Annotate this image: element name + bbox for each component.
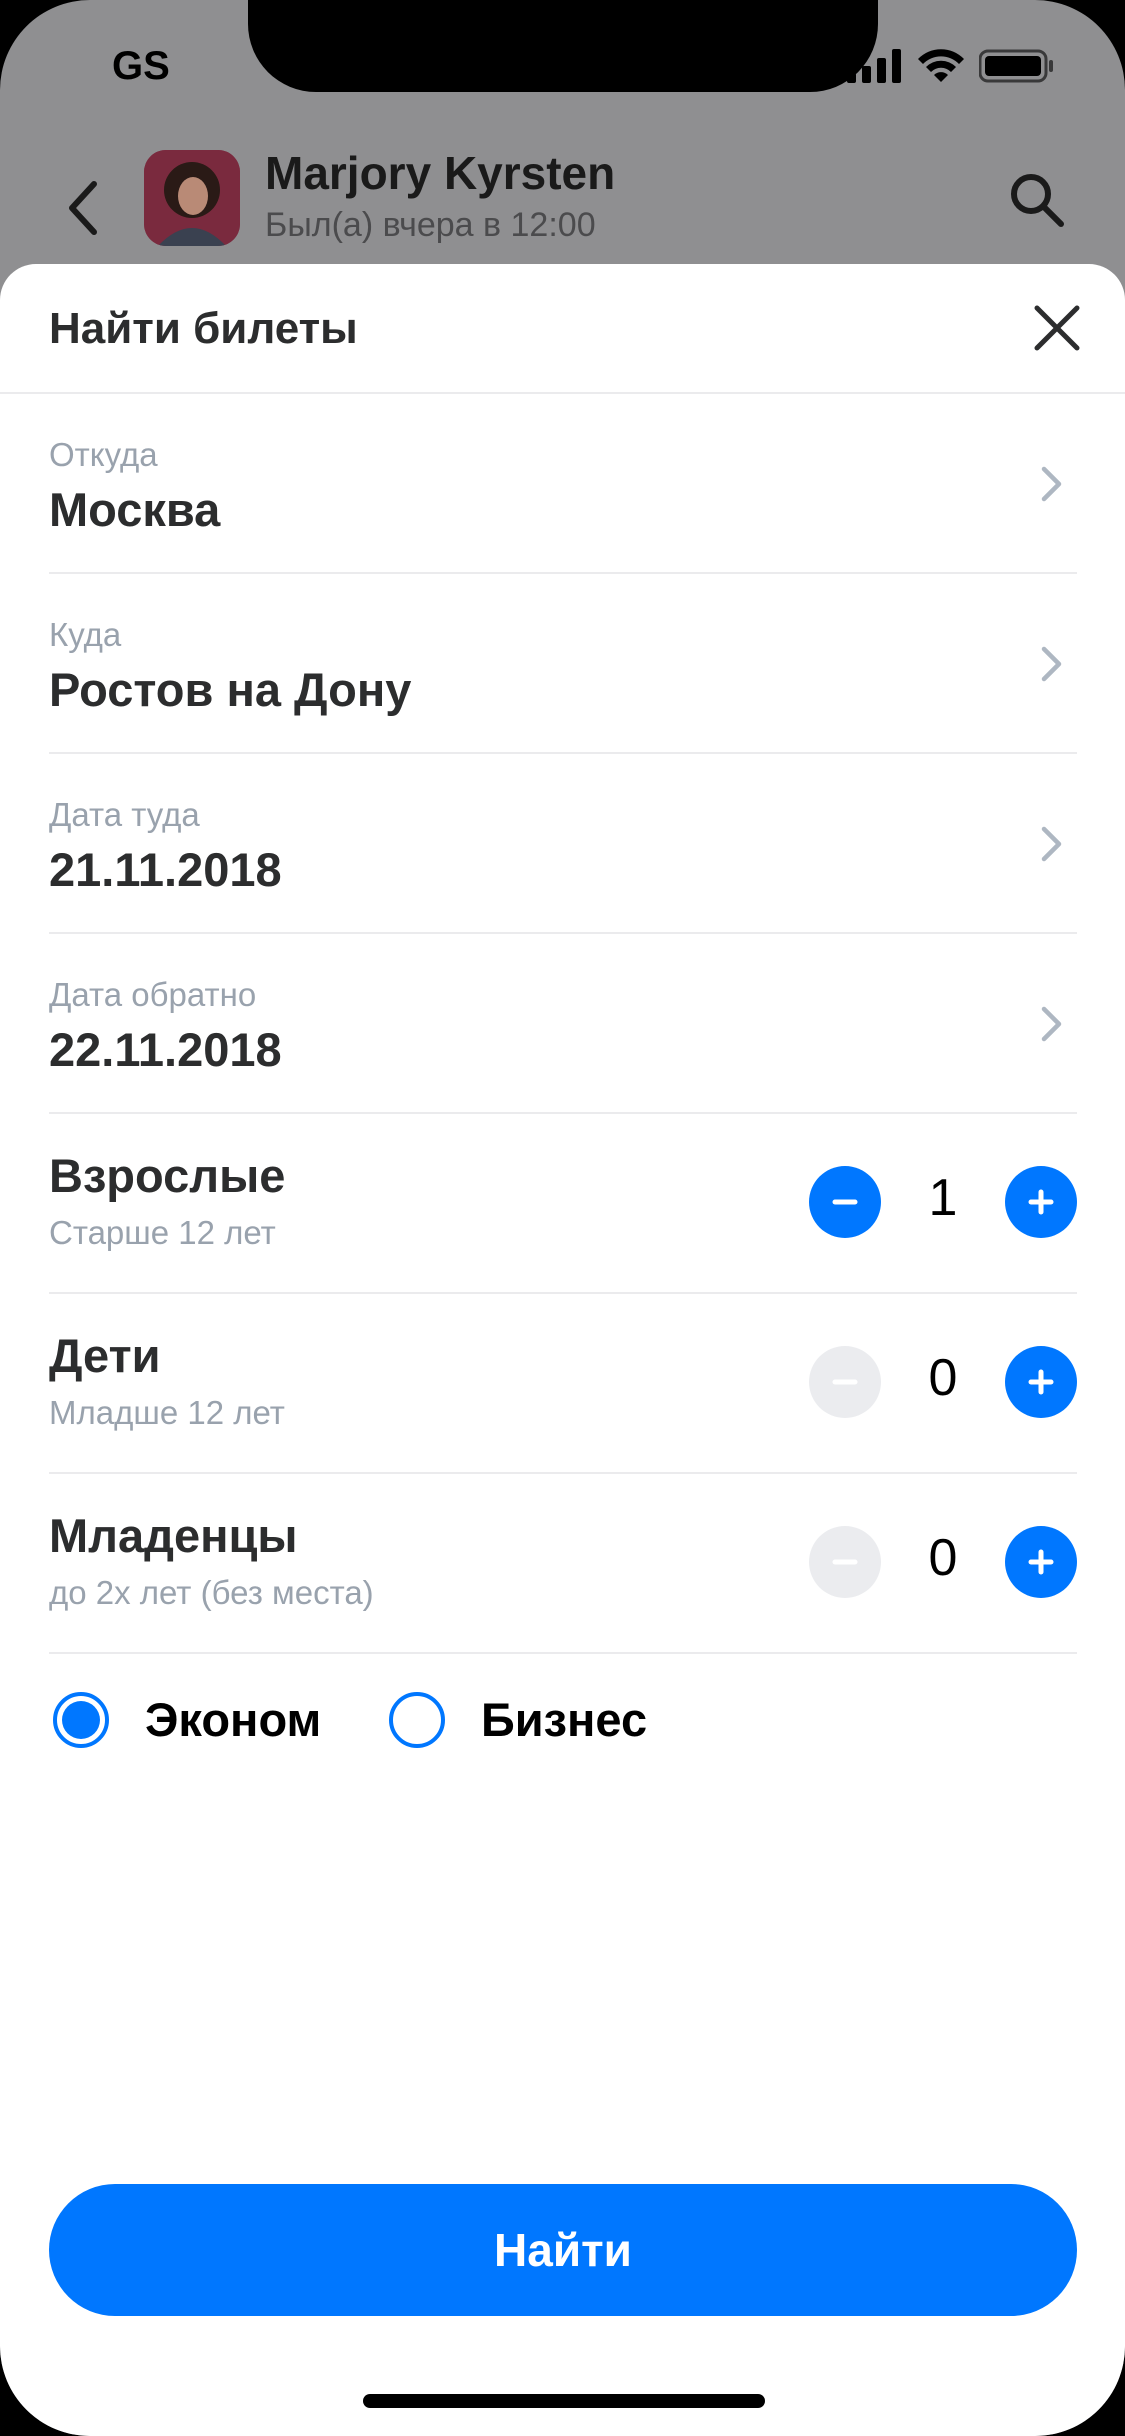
counter-title: Взрослые — [49, 1149, 286, 1202]
sheet-title: Найти билеты — [49, 304, 358, 353]
wifi-icon — [918, 49, 964, 82]
status-icons — [847, 48, 1055, 84]
chevron-right-icon — [1041, 826, 1062, 862]
children-decrement-button[interactable] — [809, 1346, 881, 1418]
infants-count: 0 — [928, 1529, 958, 1587]
phone-screen: GS Marjory Kyrsten Был(а) вчера в 12:00 … — [0, 0, 1125, 2436]
adults-increment-button[interactable] — [1005, 1166, 1077, 1238]
field-value: 22.11.2018 — [49, 1023, 282, 1076]
avatar-image — [144, 150, 240, 246]
travel-class-selector: Эконом Бизнес — [49, 1682, 949, 1762]
minus-icon — [832, 1199, 858, 1205]
counter-title: Младенцы — [49, 1509, 298, 1562]
find-tickets-sheet: Найти билеты Откуда Москва Куда Ростов н… — [0, 264, 1125, 2436]
notch — [248, 0, 878, 92]
radio-selected-dot — [62, 1701, 100, 1739]
economy-radio[interactable] — [53, 1692, 109, 1748]
children-count: 0 — [928, 1349, 958, 1407]
home-indicator — [363, 2394, 765, 2408]
adults-stepper: 1 — [809, 1166, 1077, 1238]
field-label: Дата туда — [49, 796, 200, 833]
children-stepper: 0 — [809, 1346, 1077, 1418]
plus-icon — [1028, 1549, 1054, 1575]
infants-counter-row: Младенцы до 2х лет (без места) 0 — [49, 1474, 1077, 1654]
return-date-field[interactable]: Дата обратно 22.11.2018 — [49, 934, 1077, 1114]
field-label: Откуда — [49, 436, 158, 473]
counter-subtitle: Младше 12 лет — [49, 1394, 285, 1431]
chevron-right-icon — [1041, 466, 1062, 502]
chevron-right-icon — [1041, 646, 1062, 682]
field-label: Дата обратно — [49, 976, 257, 1013]
business-radio[interactable] — [389, 1692, 445, 1748]
battery-icon — [979, 49, 1053, 83]
chevron-right-icon — [1041, 1006, 1062, 1042]
minus-icon — [832, 1559, 858, 1565]
minus-icon — [832, 1379, 858, 1385]
business-label[interactable]: Бизнес — [481, 1692, 647, 1748]
sheet-header: Найти билеты — [0, 264, 1125, 394]
economy-label[interactable]: Эконом — [145, 1692, 321, 1748]
field-value: 21.11.2018 — [49, 843, 282, 896]
plus-icon — [1028, 1369, 1054, 1395]
adults-decrement-button[interactable] — [809, 1166, 881, 1238]
signal-icon — [847, 49, 901, 83]
infants-stepper: 0 — [809, 1526, 1077, 1598]
chat-last-seen: Был(а) вчера в 12:00 — [265, 206, 596, 244]
plus-icon — [1028, 1189, 1054, 1215]
search-icon[interactable] — [1007, 170, 1067, 230]
chat-header: Marjory Kyrsten Был(а) вчера в 12:00 — [0, 140, 1125, 270]
field-value: Москва — [49, 483, 221, 536]
counter-title: Дети — [49, 1329, 161, 1382]
field-value: Ростов на Дону — [49, 663, 412, 716]
children-counter-row: Дети Младше 12 лет 0 — [49, 1294, 1077, 1474]
counter-subtitle: Старше 12 лет — [49, 1214, 276, 1251]
infants-decrement-button[interactable] — [809, 1526, 881, 1598]
avatar[interactable] — [144, 150, 240, 246]
infants-increment-button[interactable] — [1005, 1526, 1077, 1598]
back-arrow-icon[interactable] — [62, 178, 106, 238]
children-increment-button[interactable] — [1005, 1346, 1077, 1418]
from-field[interactable]: Откуда Москва — [49, 394, 1077, 574]
field-label: Куда — [49, 616, 122, 653]
close-icon[interactable] — [1029, 300, 1085, 356]
departure-date-field[interactable]: Дата туда 21.11.2018 — [49, 754, 1077, 934]
find-button[interactable]: Найти — [49, 2184, 1077, 2316]
carrier-label: GS — [112, 44, 170, 88]
adults-counter-row: Взрослые Старше 12 лет 1 — [49, 1114, 1077, 1294]
counter-subtitle: до 2х лет (без места) — [49, 1574, 374, 1611]
adults-count: 1 — [928, 1169, 958, 1227]
chat-contact-name: Marjory Kyrsten — [265, 147, 616, 199]
to-field[interactable]: Куда Ростов на Дону — [49, 574, 1077, 754]
